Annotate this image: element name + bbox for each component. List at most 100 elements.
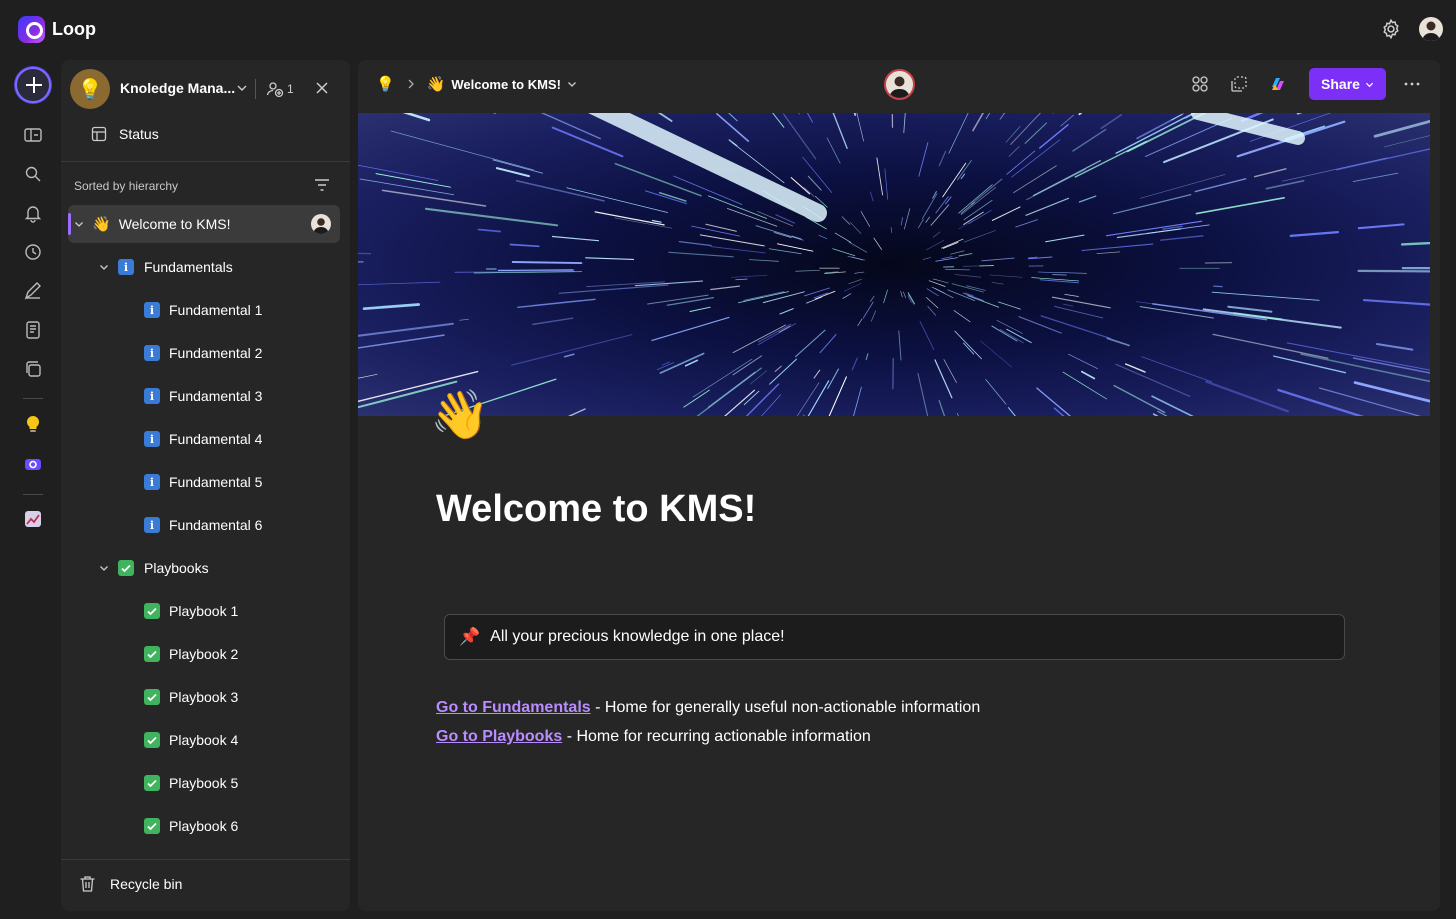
- tree-item-playbook[interactable]: Playbook 4: [144, 721, 238, 759]
- warp-streak: [732, 355, 763, 376]
- chevron-down-icon[interactable]: [99, 262, 109, 272]
- tree-item-playbooks[interactable]: Playbooks: [99, 549, 209, 587]
- warp-streak: [919, 320, 935, 351]
- tree-item-fundamental[interactable]: i Fundamental 5: [144, 463, 262, 501]
- tree-item-playbook[interactable]: Playbook 6: [144, 807, 238, 845]
- warp-streak: [796, 382, 820, 416]
- warp-streak: [948, 113, 969, 154]
- warp-streak: [1195, 196, 1285, 215]
- tree-item-fundamental[interactable]: i Fundamental 4: [144, 420, 262, 458]
- cover-image[interactable]: [358, 113, 1430, 416]
- tree-item-fundamental[interactable]: i Fundamental 2: [144, 334, 262, 372]
- warp-streak: [945, 268, 971, 271]
- warp-streak: [1072, 128, 1107, 152]
- page-title[interactable]: Welcome to KMS!: [436, 488, 756, 531]
- app-header: Loop: [0, 0, 1456, 58]
- page-canvas: 💡 👋 Welcome to KMS! Share 👋 Welcome to K…: [358, 60, 1440, 911]
- warp-streak: [768, 248, 802, 255]
- warp-streak: [511, 261, 583, 265]
- warp-streak: [942, 162, 967, 198]
- warp-streak: [1357, 269, 1430, 273]
- warp-streak: [1080, 370, 1096, 380]
- status-item[interactable]: Status: [91, 124, 159, 144]
- warp-streak: [761, 394, 782, 416]
- chart-workspace-icon[interactable]: [23, 509, 43, 529]
- warp-streak: [832, 248, 856, 257]
- workspace-bulb-icon: 💡: [70, 69, 110, 109]
- tree-item-label: Fundamental 3: [169, 388, 263, 404]
- tree-item-fundamental[interactable]: i Fundamental 1: [144, 291, 262, 329]
- sidebar-divider: [61, 161, 350, 162]
- info-icon: i: [144, 345, 160, 361]
- recycle-bin[interactable]: Recycle bin: [79, 875, 182, 893]
- warp-streak: [1018, 316, 1062, 334]
- info-icon: i: [144, 517, 160, 533]
- workspace-bulb-icon[interactable]: 💡: [376, 75, 395, 93]
- settings-gear-icon[interactable]: [1380, 18, 1402, 40]
- breadcrumb-page[interactable]: 👋 Welcome to KMS!: [427, 75, 577, 93]
- sidebar: 💡 Knoledge Mana... 1 Status Sorted by hi…: [61, 60, 350, 911]
- workspaces-icon[interactable]: [23, 125, 43, 145]
- collaborator-avatar[interactable]: [884, 69, 915, 100]
- warp-streak: [738, 291, 789, 304]
- tree-item-playbook[interactable]: Playbook 5: [144, 764, 238, 802]
- warp-streak: [999, 113, 1006, 120]
- ideas-icon[interactable]: [23, 281, 43, 301]
- warp-streak: [813, 369, 821, 379]
- filter-icon[interactable]: [314, 178, 330, 192]
- new-icon[interactable]: [15, 67, 51, 103]
- share-button[interactable]: Share: [1309, 68, 1386, 100]
- warp-streak: [827, 368, 840, 390]
- loop-workspace-icon[interactable]: [23, 454, 43, 474]
- warp-streak: [960, 201, 976, 214]
- warp-streak: [968, 209, 992, 225]
- tree-item-label: Fundamentals: [144, 259, 233, 275]
- warp-streak: [917, 373, 929, 416]
- close-icon[interactable]: [315, 81, 329, 95]
- members-icon[interactable]: [266, 80, 284, 98]
- warp-streak: [921, 193, 938, 220]
- components-icon[interactable]: [23, 359, 43, 379]
- warp-streak: [1078, 195, 1097, 203]
- tree-item-fundamentals[interactable]: i Fundamentals: [99, 248, 233, 286]
- chevron-down-icon[interactable]: [99, 563, 109, 573]
- workspace-name[interactable]: Knoledge Mana...: [120, 80, 235, 96]
- warp-streak: [951, 283, 984, 293]
- tree-item-playbook[interactable]: Playbook 3: [144, 678, 238, 716]
- warp-streak: [358, 261, 364, 263]
- copy-component-icon[interactable]: [1230, 75, 1248, 93]
- warp-streak: [358, 164, 439, 181]
- warp-streak: [998, 301, 1021, 310]
- warp-streak: [991, 282, 1004, 285]
- tree-item-fundamental[interactable]: i Fundamental 3: [144, 377, 262, 415]
- tree-item-playbook[interactable]: Playbook 1: [144, 592, 238, 630]
- warp-streak: [938, 150, 947, 167]
- bulb-workspace-icon[interactable]: [23, 414, 43, 434]
- callout-block[interactable]: 📌 All your precious knowledge in one pla…: [444, 614, 1345, 660]
- chevron-down-icon[interactable]: [74, 219, 84, 229]
- apps-icon[interactable]: [1191, 75, 1209, 93]
- bell-icon[interactable]: [23, 203, 43, 223]
- notes-icon[interactable]: [23, 320, 43, 340]
- warp-streak: [1124, 363, 1146, 373]
- search-icon[interactable]: [23, 164, 43, 184]
- tree-item-playbook[interactable]: Playbook 2: [144, 635, 238, 673]
- warp-streak: [1052, 273, 1067, 276]
- link-description: - Home for generally useful non-actionab…: [590, 699, 981, 716]
- more-options-icon[interactable]: [1404, 82, 1420, 86]
- warp-streak: [1384, 135, 1430, 148]
- warp-streak: [847, 255, 864, 261]
- tree-item-welcome[interactable]: 👋 Welcome to KMS!: [68, 205, 340, 243]
- page-emoji-icon[interactable]: 👋: [430, 392, 490, 440]
- warp-streak: [1007, 407, 1016, 416]
- warp-streak: [1116, 228, 1182, 239]
- warp-streak: [903, 113, 906, 134]
- user-avatar[interactable]: [1419, 17, 1443, 41]
- playbooks-link[interactable]: Go to Playbooks: [436, 728, 562, 745]
- copilot-icon[interactable]: [1269, 75, 1287, 93]
- fundamentals-link[interactable]: Go to Fundamentals: [436, 699, 591, 716]
- clock-icon[interactable]: [23, 242, 43, 262]
- warp-streak: [981, 257, 1015, 262]
- chevron-down-icon[interactable]: [236, 82, 248, 94]
- tree-item-fundamental[interactable]: i Fundamental 6: [144, 506, 262, 544]
